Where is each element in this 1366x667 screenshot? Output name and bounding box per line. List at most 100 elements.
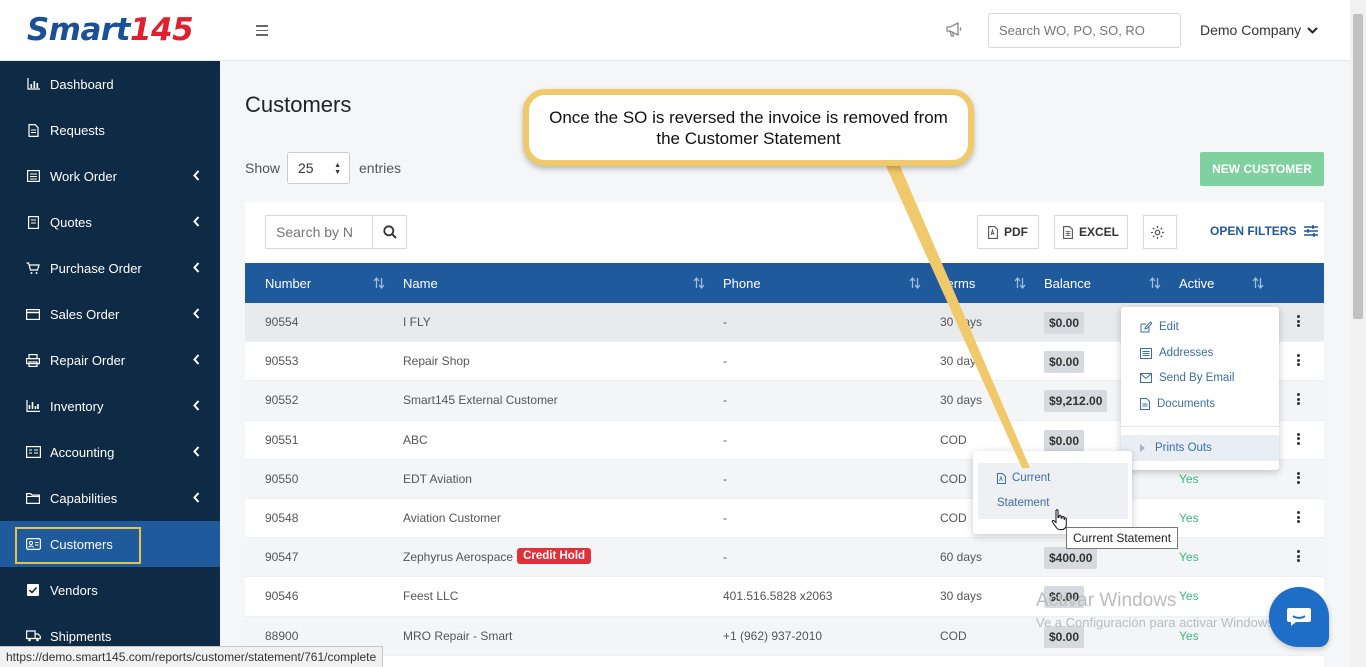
pdf-icon	[988, 225, 998, 239]
sort-icon[interactable]	[909, 277, 921, 289]
search-button[interactable]	[372, 215, 407, 249]
column-header-phone[interactable]: Phone	[723, 276, 761, 291]
sidebar-item-label: Vendors	[50, 582, 98, 598]
row-actions-icon[interactable]	[1297, 393, 1301, 406]
cart-icon	[24, 261, 42, 275]
cell-terms: 30 days	[940, 393, 983, 408]
search-icon	[382, 225, 397, 239]
sidebar-item-label: Capabilities	[50, 490, 118, 506]
sidebar-item-vendors[interactable]: Vendors	[0, 567, 220, 613]
sidebar-item-label: Sales Order	[50, 306, 120, 322]
chat-button[interactable]	[1269, 587, 1329, 647]
menu-toggle-icon[interactable]	[256, 25, 268, 36]
menu-item-documents[interactable]: Documents	[1140, 398, 1215, 410]
edit-icon	[1140, 321, 1152, 333]
column-header-active[interactable]: Active	[1179, 276, 1214, 291]
open-filters-button[interactable]: OPEN FILTERS	[1210, 224, 1319, 238]
caret-right-icon	[1140, 444, 1145, 452]
menu-item-edit[interactable]: Edit	[1140, 321, 1179, 333]
sidebar-item-label: Purchase Order	[50, 260, 142, 276]
balance-badge: $0.00	[1044, 429, 1085, 452]
menu-item-send-by-email[interactable]: Send By Email	[1140, 372, 1234, 384]
chevron-left-icon	[193, 216, 200, 227]
table-header: Number Name Phone Terms Balance Active	[245, 263, 1324, 303]
sidebar-item-accounting[interactable]: Accounting	[0, 429, 220, 475]
menu-item-prints-outs[interactable]: Prints Outs	[1121, 435, 1279, 461]
sidebar-item-capabilities[interactable]: Capabilities	[0, 475, 220, 521]
chevron-left-icon	[193, 446, 200, 457]
cell-active: Yes	[1179, 471, 1199, 486]
sidebar-item-label: Inventory	[50, 398, 104, 414]
excel-button[interactable]: EXCEL	[1054, 215, 1128, 249]
cell-phone: -	[723, 354, 727, 369]
top-bar: Demo Company	[220, 0, 1350, 61]
annotation-callout: Once the SO is reversed the invoice is r…	[523, 89, 974, 166]
new-customer-button[interactable]: NEW CUSTOMER	[1200, 152, 1324, 186]
global-search-input[interactable]	[988, 13, 1181, 48]
sidebar-nav: Dashboard Requests Work Order Quotes Pur…	[0, 61, 220, 659]
entries-select[interactable]: 25 ▲ ▼	[287, 152, 350, 184]
cell-name: Feest LLC	[403, 589, 459, 604]
table-search-input[interactable]	[265, 215, 373, 249]
pdf-button[interactable]: PDF	[977, 215, 1039, 249]
column-header-balance[interactable]: Balance	[1044, 276, 1091, 291]
cell-number: 90552	[265, 393, 299, 408]
chart-icon	[24, 77, 42, 91]
document-icon	[1140, 398, 1150, 410]
company-selector[interactable]: Demo Company	[1200, 22, 1318, 38]
cell-name: MRO Repair - Smart	[403, 628, 513, 643]
sort-icon[interactable]	[693, 277, 705, 289]
sidebar-item-repair-order[interactable]: Repair Order	[0, 337, 220, 383]
sidebar-item-label: Work Order	[50, 168, 117, 184]
settings-button[interactable]	[1143, 215, 1177, 249]
select-arrows-icon: ▲ ▼	[334, 162, 341, 176]
sort-icon[interactable]	[373, 277, 385, 289]
list-icon	[24, 169, 42, 183]
sort-icon[interactable]	[1149, 277, 1161, 289]
megaphone-icon[interactable]	[946, 22, 963, 37]
column-header-terms[interactable]: Terms	[940, 276, 975, 291]
row-actions-icon[interactable]	[1297, 550, 1301, 563]
cell-name: Smart145 External Customer	[403, 393, 558, 408]
cell-number: 90551	[265, 432, 299, 447]
sort-icon[interactable]	[1252, 277, 1264, 289]
cell-phone: +1 (962) 937-2010	[723, 628, 823, 643]
row-actions-icon[interactable]	[1297, 432, 1301, 445]
sidebar-item-label: Quotes	[50, 214, 92, 230]
chat-icon	[1287, 608, 1311, 626]
row-actions-icon[interactable]	[1297, 315, 1301, 327]
sidebar-item-label: Requests	[50, 122, 105, 138]
pdf-icon	[997, 472, 1006, 484]
sort-icon[interactable]	[1014, 277, 1026, 289]
sidebar-item-requests[interactable]: Requests	[0, 107, 220, 153]
sidebar-item-purchase-order[interactable]: Purchase Order	[0, 245, 220, 291]
row-actions-icon[interactable]	[1297, 471, 1301, 484]
sidebar-item-customers[interactable]: Customers	[0, 521, 220, 567]
balance-badge: $0.00	[1044, 312, 1085, 334]
sidebar-item-inventory[interactable]: Inventory	[0, 383, 220, 429]
chevron-left-icon	[193, 400, 200, 411]
sidebar-item-work-order[interactable]: Work Order	[0, 153, 220, 199]
show-label: Show	[245, 160, 281, 176]
column-header-name[interactable]: Name	[403, 276, 438, 291]
logo[interactable]: Smart145	[0, 0, 220, 61]
sidebar-item-label: Dashboard	[50, 76, 114, 92]
printer-icon	[24, 353, 42, 367]
row-actions-icon[interactable]	[1297, 511, 1301, 523]
sidebar-item-label: Accounting	[50, 444, 115, 460]
row-actions-icon[interactable]	[1297, 354, 1301, 367]
excel-icon	[1063, 225, 1073, 239]
accounting-icon	[24, 445, 42, 459]
menu-item-addresses[interactable]: Addresses	[1140, 347, 1213, 359]
cell-phone: -	[723, 432, 727, 447]
cell-phone: 401.516.5828 x2063	[723, 589, 833, 604]
sidebar-item-quotes[interactable]: Quotes	[0, 199, 220, 245]
address-icon	[1140, 347, 1152, 359]
column-header-number[interactable]: Number	[265, 276, 311, 291]
cell-name: EDT Aviation	[403, 471, 472, 486]
sidebar-item-sales-order[interactable]: Sales Order	[0, 291, 220, 337]
filter-sliders-icon	[1304, 225, 1319, 237]
page-scrollbar[interactable]	[1350, 0, 1366, 667]
inventory-icon	[24, 399, 42, 413]
sidebar-item-dashboard[interactable]: Dashboard	[0, 61, 220, 107]
